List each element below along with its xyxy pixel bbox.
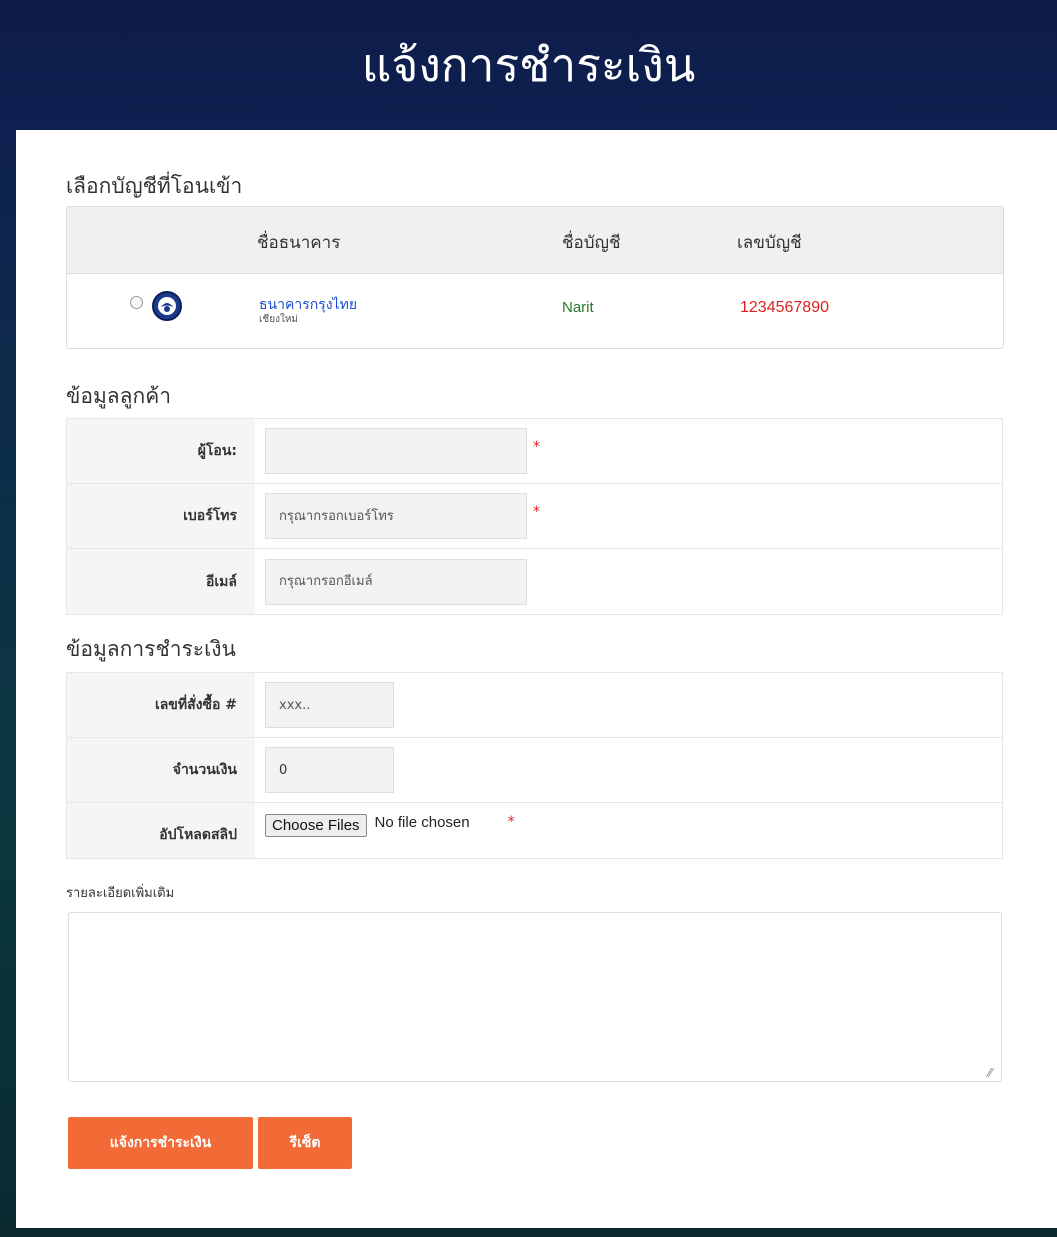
form-row-slip: อัปโหลดสลิป Choose Files No file chosen … [67, 803, 1002, 858]
payment-form-table: เลขที่สั่งซื้อ # จำนวนเงิน อัปโหลดสลิป C… [66, 672, 1003, 859]
order-number-input[interactable] [265, 682, 394, 728]
page-title: แจ้งการชำระเงิน [361, 37, 696, 92]
submit-payment-button[interactable]: แจ้งการชำระเงิน [68, 1117, 253, 1169]
slip-label: อัปโหลดสลิป [67, 803, 255, 858]
amount-input[interactable] [265, 747, 394, 793]
account-number: 1234567890 [740, 299, 829, 316]
account-radio[interactable] [130, 296, 143, 309]
email-label: อีเมล์ [67, 549, 255, 614]
required-mark: * [533, 504, 540, 520]
column-bank-name: ชื่อธนาคาร [257, 233, 341, 253]
form-row-sender: ผู้โอน: * [67, 419, 1002, 484]
form-row-email: อีเมล์ [67, 549, 1002, 614]
details-textarea[interactable] [68, 912, 1002, 1082]
table-row[interactable]: ธนาคารกรุงไทย เชียงใหม่ Narit 1234567890 [67, 274, 1003, 348]
required-mark: * [507, 814, 515, 830]
phone-label: เบอร์โทร [67, 484, 255, 548]
payment-form-panel: เลือกบัญชีที่โอนเข้า ชื่อธนาคาร ชื่อบัญช… [16, 130, 1057, 1228]
phone-input[interactable] [265, 493, 527, 539]
payment-section-title: ข้อมูลการชำระเงิน [66, 637, 236, 661]
customer-form-table: ผู้โอน: * เบอร์โทร * อีเมล์ [66, 418, 1003, 615]
form-row-amount: จำนวนเงิน [67, 738, 1002, 803]
amount-label: จำนวนเงิน [67, 738, 255, 802]
reset-button[interactable]: รีเซ็ต [258, 1117, 352, 1169]
bank-table-header: ชื่อธนาคาร ชื่อบัญชี เลขบัญชี [67, 207, 1003, 274]
form-row-order: เลขที่สั่งซื้อ # [67, 673, 1002, 738]
account-section-title: เลือกบัญชีที่โอนเข้า [66, 174, 243, 198]
file-status: No file chosen [374, 814, 470, 831]
details-label: รายละเอียดเพิ่มเติม [66, 886, 175, 901]
sender-input[interactable] [265, 428, 527, 474]
required-mark: * [533, 439, 540, 455]
resize-grip-icon[interactable]: ⁄⁄ [988, 1066, 992, 1080]
customer-section-title: ข้อมูลลูกค้า [66, 384, 172, 408]
email-input[interactable] [265, 558, 527, 605]
bank-branch: เชียงใหม่ [259, 314, 299, 325]
form-row-phone: เบอร์โทร * [67, 484, 1002, 549]
bank-logo-icon [152, 291, 182, 321]
account-name: Narit [562, 299, 594, 316]
bank-account-table: ชื่อธนาคาร ชื่อบัญชี เลขบัญชี ธนาคารกรุง… [66, 206, 1004, 349]
order-label: เลขที่สั่งซื้อ # [67, 673, 255, 737]
choose-files-button[interactable]: Choose Files [265, 814, 367, 837]
page-header: แจ้งการชำระเงิน [0, 0, 1057, 130]
sender-label: ผู้โอน: [67, 419, 255, 483]
column-account-name: ชื่อบัญชี [562, 233, 621, 253]
column-account-no: เลขบัญชี [737, 233, 802, 253]
